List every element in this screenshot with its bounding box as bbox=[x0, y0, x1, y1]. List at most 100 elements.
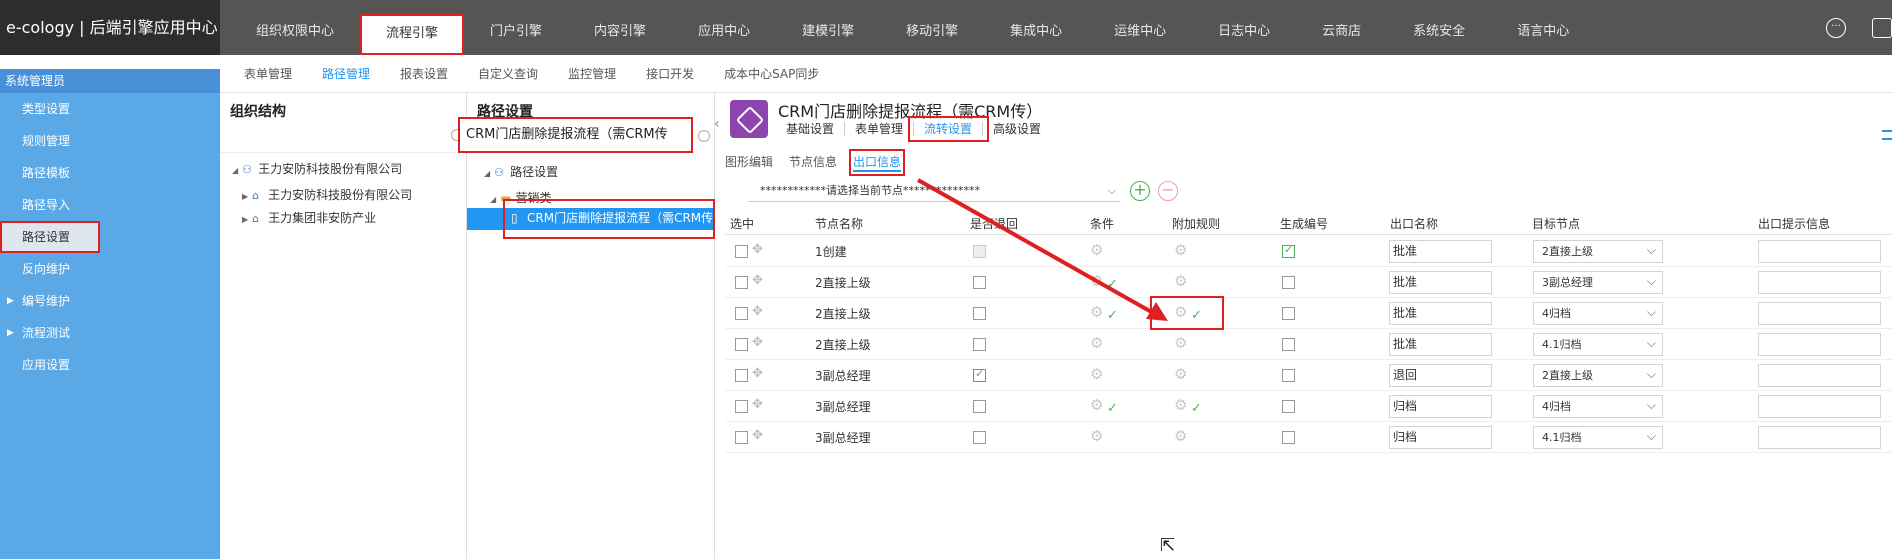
workflow-subtab[interactable]: 图形编辑 bbox=[725, 153, 773, 172]
top-tab[interactable]: 建模引擎 bbox=[776, 0, 880, 55]
subnav-item[interactable]: 路径管理 bbox=[322, 55, 370, 93]
exit-name-input[interactable]: 退回 bbox=[1389, 364, 1492, 387]
sidebar-item[interactable]: ▶ 流程测试 bbox=[0, 317, 220, 349]
condition-gear-icon[interactable]: ⚙ bbox=[1090, 303, 1103, 321]
exit-name-input[interactable]: 批准 bbox=[1389, 302, 1492, 325]
rule-gear-icon[interactable]: ⚙ bbox=[1174, 365, 1187, 383]
subnav-item[interactable]: 报表设置 bbox=[400, 55, 448, 93]
ellipsis-circle-icon[interactable]: ··· bbox=[1826, 18, 1846, 38]
top-tab[interactable]: 集成中心 bbox=[984, 0, 1088, 55]
target-node-select[interactable]: 4.1归档 ⌵ bbox=[1533, 333, 1663, 356]
row-select-checkbox[interactable] bbox=[735, 338, 748, 351]
generate-number-checkbox[interactable] bbox=[1282, 431, 1295, 444]
workflow-tab[interactable]: 表单管理 bbox=[845, 122, 915, 136]
expand-down-icon[interactable]: ◢ bbox=[484, 169, 490, 178]
top-tab[interactable]: 组织权限中心 bbox=[230, 0, 360, 55]
drag-handle-icon[interactable]: ✥ bbox=[752, 242, 763, 257]
target-node-select[interactable]: 4归档 ⌵ bbox=[1533, 395, 1663, 418]
subnav-item[interactable]: 接口开发 bbox=[646, 55, 694, 93]
sidebar-item[interactable]: 类型设置 bbox=[0, 93, 220, 125]
workflow-tab[interactable]: 高级设置 bbox=[983, 122, 1051, 136]
top-tab[interactable]: 运维中心 bbox=[1088, 0, 1192, 55]
is-return-checkbox[interactable] bbox=[973, 431, 986, 444]
target-node-select[interactable]: 2直接上级 ⌵ bbox=[1533, 240, 1663, 263]
collapse-left-icon[interactable]: ‹ bbox=[714, 116, 724, 140]
top-tab[interactable]: 日志中心 bbox=[1192, 0, 1296, 55]
exit-name-input[interactable]: 归档 bbox=[1389, 395, 1492, 418]
sidebar-item[interactable]: 路径导入 bbox=[0, 189, 220, 221]
org-search-input[interactable] bbox=[220, 123, 467, 153]
top-tab[interactable]: 系统安全 bbox=[1387, 0, 1491, 55]
exit-name-input[interactable]: 批准 bbox=[1389, 271, 1492, 294]
target-node-select[interactable]: 3副总经理 ⌵ bbox=[1533, 271, 1663, 294]
sidebar-item[interactable]: 反向维护 bbox=[0, 253, 220, 285]
generate-number-checkbox[interactable] bbox=[1282, 307, 1295, 320]
sidebar-item[interactable]: 路径设置 bbox=[0, 221, 100, 253]
exit-hint-input[interactable] bbox=[1758, 302, 1881, 325]
subnav-item[interactable]: 自定义查询 bbox=[478, 55, 538, 93]
add-row-button[interactable]: + bbox=[1130, 181, 1150, 201]
org-tree-item[interactable]: ▶ ⌂ 王力安防科技股份有限公司 bbox=[242, 186, 412, 203]
exit-hint-input[interactable] bbox=[1758, 364, 1881, 387]
subnav-item[interactable]: 成本中心SAP同步 bbox=[724, 55, 819, 93]
app-grid-icon[interactable] bbox=[1872, 18, 1892, 38]
target-node-select[interactable]: 2直接上级 ⌵ bbox=[1533, 364, 1663, 387]
sidebar-item[interactable]: ▶ 编号维护 bbox=[0, 285, 220, 317]
menu-icon[interactable] bbox=[1882, 130, 1892, 140]
exit-name-input[interactable]: 批准 bbox=[1389, 333, 1492, 356]
target-node-select[interactable]: 4.1归档 ⌵ bbox=[1533, 426, 1663, 449]
path-search-input[interactable]: CRM门店删除提报流程（需CRM传 bbox=[458, 117, 693, 153]
expand-down-icon[interactable]: ◢ bbox=[232, 166, 238, 175]
expand-right-icon[interactable]: ▶ bbox=[242, 215, 248, 224]
generate-number-checkbox[interactable] bbox=[1282, 400, 1295, 413]
is-return-checkbox[interactable] bbox=[973, 276, 986, 289]
generate-number-checkbox[interactable] bbox=[1282, 276, 1295, 289]
workflow-tab[interactable]: 流转设置 bbox=[908, 116, 990, 142]
delete-row-button[interactable]: − bbox=[1158, 181, 1178, 201]
workflow-tab[interactable]: 基础设置 bbox=[776, 122, 846, 136]
workflow-subtab[interactable]: 节点信息 bbox=[789, 153, 837, 172]
rule-gear-icon[interactable]: ⚙ bbox=[1174, 272, 1187, 290]
row-select-checkbox[interactable] bbox=[735, 431, 748, 444]
generate-number-checkbox[interactable] bbox=[1282, 243, 1295, 258]
row-select-checkbox[interactable] bbox=[735, 245, 748, 258]
row-select-checkbox[interactable] bbox=[735, 276, 748, 289]
condition-gear-icon[interactable]: ⚙ bbox=[1090, 272, 1103, 290]
is-return-checkbox[interactable] bbox=[973, 338, 986, 351]
is-return-checkbox[interactable] bbox=[973, 367, 986, 382]
exit-hint-input[interactable] bbox=[1758, 333, 1881, 356]
rule-gear-icon[interactable]: ⚙ bbox=[1174, 427, 1187, 445]
exit-name-input[interactable]: 归档 bbox=[1389, 426, 1492, 449]
condition-gear-icon[interactable]: ⚙ bbox=[1090, 334, 1103, 352]
sidebar-item[interactable]: 规则管理 bbox=[0, 125, 220, 157]
condition-gear-icon[interactable]: ⚙ bbox=[1090, 396, 1103, 414]
condition-gear-icon[interactable]: ⚙ bbox=[1090, 241, 1103, 259]
expand-down-icon[interactable]: ◢ bbox=[490, 195, 496, 204]
row-select-checkbox[interactable] bbox=[735, 307, 748, 320]
rule-gear-icon[interactable]: ⚙ bbox=[1174, 334, 1187, 352]
exit-name-input[interactable]: 批准 bbox=[1389, 240, 1492, 263]
top-tab[interactable]: 门户引擎 bbox=[464, 0, 568, 55]
is-return-checkbox[interactable] bbox=[973, 400, 986, 413]
exit-hint-input[interactable] bbox=[1758, 240, 1881, 263]
condition-gear-icon[interactable]: ⚙ bbox=[1090, 427, 1103, 445]
sidebar-item[interactable]: 应用设置 bbox=[0, 349, 220, 381]
generate-number-checkbox[interactable] bbox=[1282, 369, 1295, 382]
subnav-item[interactable]: 表单管理 bbox=[244, 55, 292, 93]
exit-hint-input[interactable] bbox=[1758, 395, 1881, 418]
sidebar-item[interactable]: 路径模板 bbox=[0, 157, 220, 189]
workflow-subtab[interactable]: 出口信息 bbox=[849, 149, 906, 176]
row-select-checkbox[interactable] bbox=[735, 369, 748, 382]
top-tab[interactable]: 语言中心 bbox=[1491, 0, 1595, 55]
path-tree-selected-item[interactable]: ▯ CRM门店删除提报流程（需CRM传 bbox=[503, 199, 715, 239]
is-return-checkbox[interactable] bbox=[973, 307, 986, 320]
rule-gear-icon[interactable]: ⚙ bbox=[1174, 241, 1187, 259]
drag-handle-icon[interactable]: ✥ bbox=[752, 366, 763, 381]
drag-handle-icon[interactable]: ✥ bbox=[752, 428, 763, 443]
current-node-select[interactable]: ************请选择当前节点************** ⌵ bbox=[748, 180, 1120, 202]
top-tab[interactable]: 流程引擎 bbox=[360, 14, 465, 55]
top-tab[interactable]: 移动引擎 bbox=[880, 0, 984, 55]
drag-handle-icon[interactable]: ✥ bbox=[752, 273, 763, 288]
target-node-select[interactable]: 4归档 ⌵ bbox=[1533, 302, 1663, 325]
org-tree-item[interactable]: ▶ ⌂ 王力集团非安防产业 bbox=[242, 209, 376, 226]
